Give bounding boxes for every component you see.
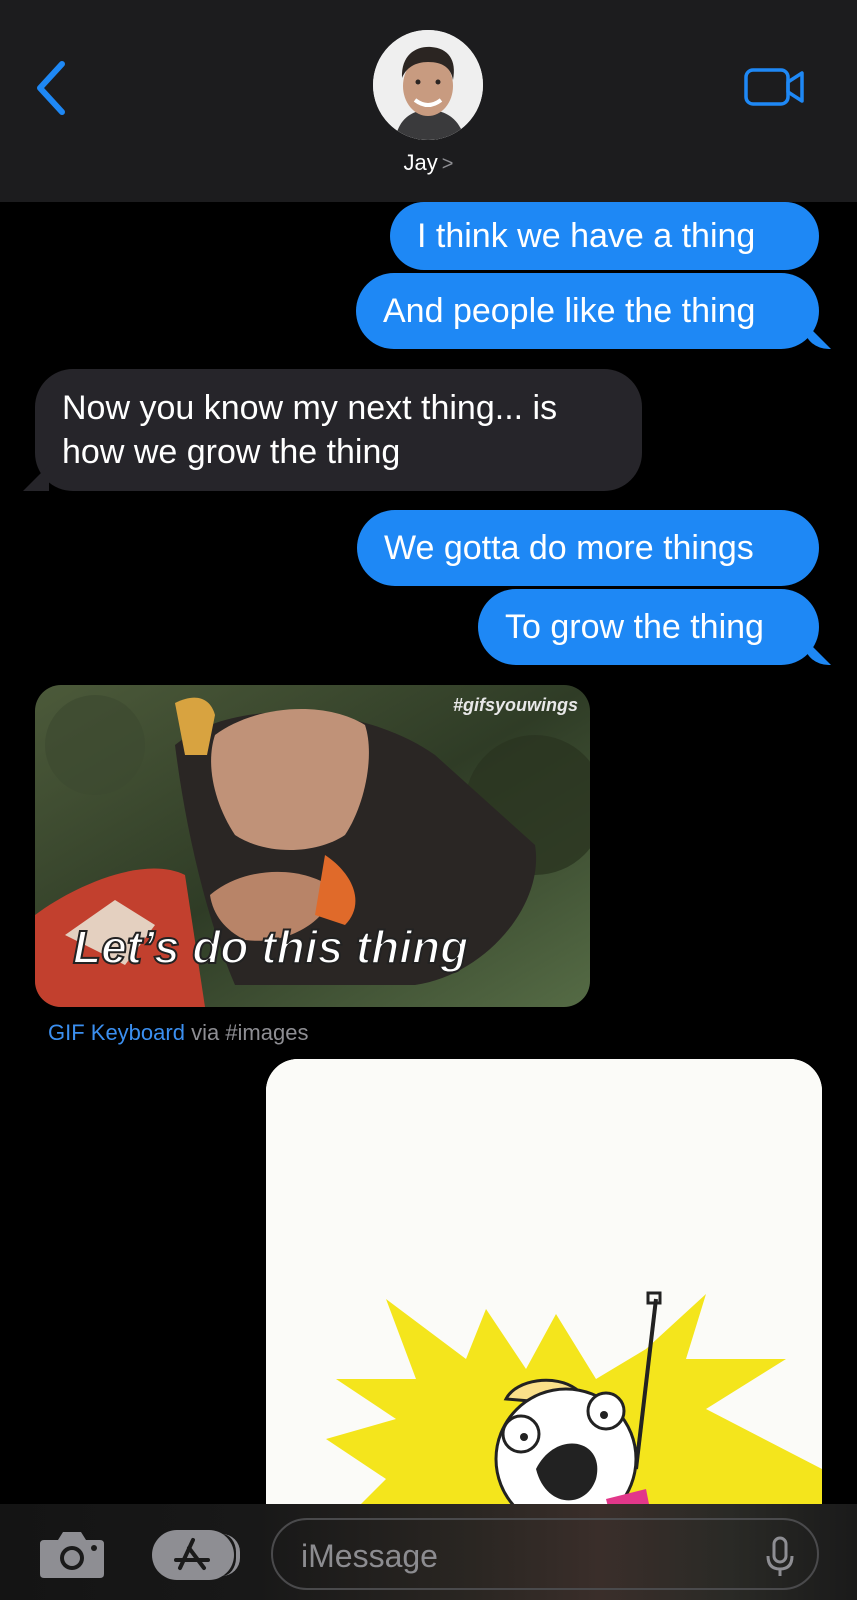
message-text: We gotta do more things <box>384 529 754 567</box>
contact-avatar[interactable] <box>373 30 483 140</box>
gif-attribution: GIF Keyboard via #images <box>48 1020 308 1046</box>
message-text: To grow the thing <box>505 608 764 646</box>
facetime-video-button[interactable] <box>744 66 806 108</box>
avatar-photo <box>373 30 483 140</box>
app-store-icon <box>174 1538 210 1570</box>
video-camera-icon <box>744 68 804 106</box>
message-bubble-outgoing[interactable]: We gotta do more things <box>357 510 819 586</box>
attribution-suffix: via #images <box>191 1020 309 1045</box>
message-bubble-outgoing[interactable]: I think we have a thing <box>390 202 819 270</box>
chevron-left-icon <box>37 61 65 115</box>
app-store-button[interactable] <box>152 1530 240 1580</box>
imessage-input[interactable]: iMessage <box>271 1518 819 1590</box>
camera-icon <box>40 1532 104 1578</box>
message-text: And people like the thing <box>383 292 756 330</box>
microphone-icon[interactable] <box>765 1536 795 1578</box>
gif-hashtag-watermark: #gifsyouwings <box>452 695 578 715</box>
image-message[interactable] <box>266 1059 822 1504</box>
message-bubble-outgoing[interactable]: To grow the thing <box>478 589 819 665</box>
gif-message[interactable]: #gifsyouwings Let’s do this thing <box>35 685 590 1007</box>
chevron-right-icon: > <box>441 153 454 175</box>
gif-caption-text: Let’s do this thing <box>72 920 469 974</box>
conversation-header: Jay > <box>0 0 857 202</box>
contact-name[interactable]: Jay > <box>0 150 857 176</box>
message-composer-bar: iMessage <box>0 1504 857 1600</box>
message-thread[interactable]: I think we have a thing And people like … <box>0 202 857 1504</box>
message-bubble-incoming[interactable]: Now you know my next thing... is how we … <box>35 369 642 491</box>
message-text: Now you know my next thing... is how we … <box>62 389 558 471</box>
gif-keyboard-link[interactable]: GIF Keyboard <box>48 1020 185 1045</box>
contact-name-label: Jay <box>403 150 438 175</box>
message-text: I think we have a thing <box>417 217 756 255</box>
back-button[interactable] <box>32 58 72 118</box>
imessage-placeholder: iMessage <box>301 1538 438 1574</box>
camera-button[interactable] <box>38 1528 106 1580</box>
meme-image <box>266 1059 822 1504</box>
message-bubble-outgoing[interactable]: And people like the thing <box>356 273 819 349</box>
